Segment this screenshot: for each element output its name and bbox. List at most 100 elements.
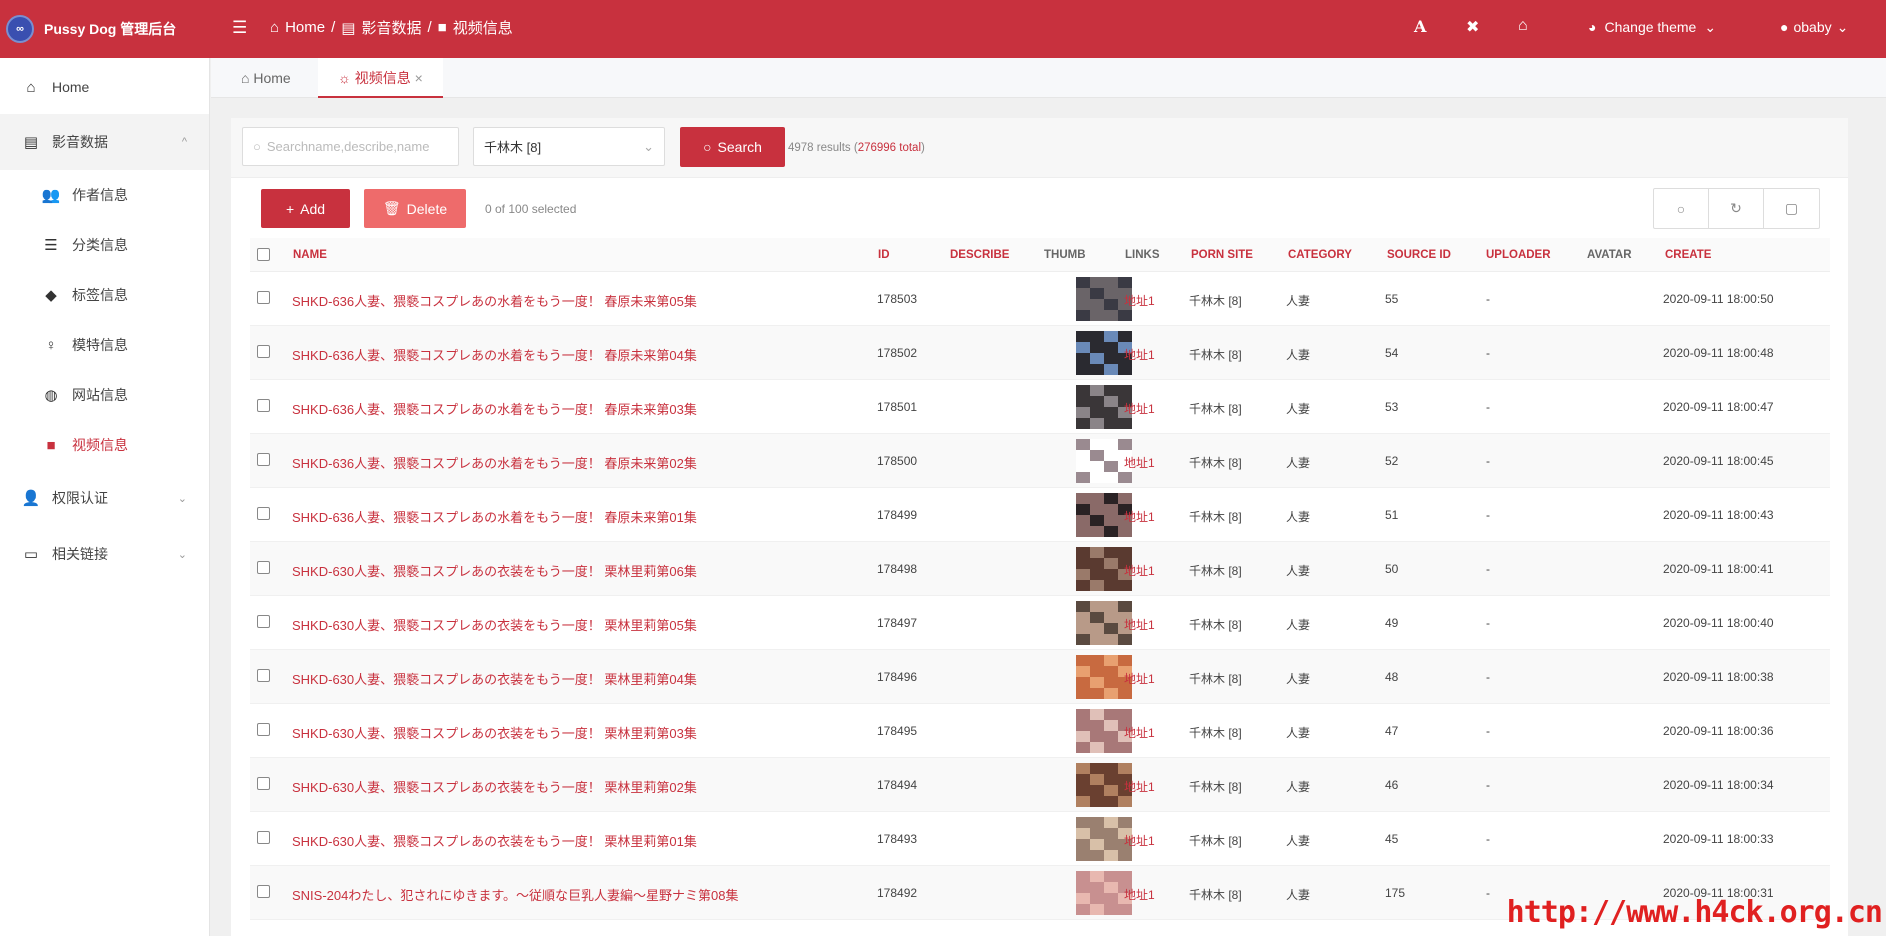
thumb-pixel (1076, 612, 1090, 623)
download-link[interactable]: 地址1 (1124, 670, 1155, 687)
download-link[interactable]: 地址1 (1124, 454, 1155, 471)
download-link[interactable]: 地址1 (1124, 778, 1155, 795)
video-name-link[interactable]: SHKD-636人妻、猥褻コスプレあの水着をもう一度！ 春原未来第05集 (292, 291, 697, 310)
row-checkbox[interactable] (257, 345, 270, 358)
thumb-pixel (1076, 461, 1090, 472)
download-link[interactable]: 地址1 (1124, 832, 1155, 849)
thumb-pixel (1118, 385, 1132, 396)
thumb-pixel (1104, 364, 1118, 375)
thumb-pixel (1076, 850, 1090, 861)
download-link[interactable]: 地址1 (1124, 508, 1155, 525)
row-checkbox[interactable] (257, 453, 270, 466)
row-checkbox[interactable] (257, 777, 270, 790)
sidebar-item-categories[interactable]: ☰ 分类信息 (0, 220, 209, 270)
menu-toggle-icon[interactable]: ☰ (232, 18, 247, 38)
thumb-pixel (1076, 288, 1090, 299)
download-link[interactable]: 地址1 (1124, 562, 1155, 579)
home-icon[interactable]: ⌂ (1518, 17, 1528, 35)
watermark: http://www.h4ck.org.cn (1506, 895, 1883, 930)
row-checkbox[interactable] (257, 831, 270, 844)
thumb-pixel (1076, 558, 1090, 569)
delete-button[interactable]: 🗑 Delete (364, 189, 466, 228)
chevron-down-icon: ⌄ (177, 548, 187, 561)
col-create[interactable]: CREATE (1665, 249, 1711, 261)
video-name-link[interactable]: SHKD-636人妻、猥褻コスプレあの水着をもう一度！ 春原未来第02集 (292, 453, 697, 472)
tab-home[interactable]: ⌂ Home (221, 58, 311, 98)
thumb-pixel (1090, 385, 1104, 396)
row-checkbox[interactable] (257, 669, 270, 682)
site-select[interactable]: 千林木 [8] ⌄ (473, 127, 665, 166)
thumb-pixel (1076, 742, 1090, 753)
video-name-link[interactable]: SHKD-630人妻、猥褻コスプレあの衣装をもう一度！ 栗林里莉第05集 (292, 615, 697, 634)
col-uploader[interactable]: UPLOADER (1486, 249, 1551, 261)
sidebar-item-sites[interactable]: ◍ 网站信息 (0, 370, 209, 420)
download-link[interactable]: 地址1 (1124, 346, 1155, 363)
video-name-link[interactable]: SHKD-630人妻、猥褻コスプレあの衣装をもう一度！ 栗林里莉第04集 (292, 669, 697, 688)
sidebar-group-media[interactable]: ▤ 影音数据 ^ (0, 114, 209, 170)
row-checkbox[interactable] (257, 885, 270, 898)
thumb-pixel (1104, 655, 1118, 666)
search-toggle-icon[interactable]: ○ (1654, 189, 1709, 228)
thumb-pixel (1104, 396, 1118, 407)
video-id: 178496 (877, 670, 918, 684)
sidebar-item-tags[interactable]: ◆ 标签信息 (0, 270, 209, 320)
row-checkbox[interactable] (257, 507, 270, 520)
video-name-link[interactable]: SHKD-630人妻、猥褻コスプレあの衣装をもう一度！ 栗林里莉第02集 (292, 777, 697, 796)
row-checkbox[interactable] (257, 615, 270, 628)
col-id[interactable]: ID (878, 249, 890, 261)
tab-video-info[interactable]: ☼ 视频信息 × (318, 58, 443, 98)
sidebar-item-videos[interactable]: ■ 视频信息 (0, 420, 209, 470)
sidebar-item-label: 分类信息 (72, 237, 128, 253)
breadcrumb-home[interactable]: Home (285, 19, 325, 36)
sidebar-group-links[interactable]: ▭ 相关链接 ⌄ (0, 529, 209, 579)
thumb-pixel (1076, 526, 1090, 537)
close-icon[interactable]: × (411, 70, 423, 86)
download-link[interactable]: 地址1 (1124, 724, 1155, 741)
thumb-pixel (1104, 342, 1118, 353)
row-checkbox[interactable] (257, 291, 270, 304)
search-placeholder: Searchname,describe,name (266, 139, 430, 154)
thumb-pixel (1104, 472, 1118, 483)
video-name-link[interactable]: SNIS-204わたし、犯されにゆきます。～従順な巨乳人妻編～星野ナミ第08集 (292, 885, 739, 904)
columns-icon[interactable]: ▢ (1764, 189, 1819, 228)
search-input[interactable]: ○ Searchname,describe,name (242, 127, 459, 166)
add-button[interactable]: + Add (261, 189, 350, 228)
sidebar-group-auth[interactable]: 👤 权限认证 ⌄ (0, 473, 209, 523)
thumb-pixel (1090, 871, 1104, 882)
thumb-pixel (1076, 353, 1090, 364)
download-link[interactable]: 地址1 (1124, 886, 1155, 903)
download-link[interactable]: 地址1 (1124, 292, 1155, 309)
breadcrumb-media[interactable]: 影音数据 (361, 17, 421, 38)
sidebar-item-models[interactable]: ♀ 模特信息 (0, 320, 209, 370)
search-button[interactable]: ○ Search (680, 127, 785, 167)
thumb-pixel (1076, 677, 1090, 688)
col-name[interactable]: NAME (293, 249, 327, 261)
video-name-link[interactable]: SHKD-630人妻、猥褻コスプレあの衣装をもう一度！ 栗林里莉第03集 (292, 723, 697, 742)
row-checkbox[interactable] (257, 561, 270, 574)
video-name-link[interactable]: SHKD-636人妻、猥褻コスプレあの水着をもう一度！ 春原未来第03集 (292, 399, 697, 418)
col-describe[interactable]: DESCRIBE (950, 249, 1009, 261)
video-name-link[interactable]: SHKD-636人妻、猥褻コスプレあの水着をもう一度！ 春原未来第04集 (292, 345, 697, 364)
sidebar-item-authors[interactable]: 👥 作者信息 (0, 170, 209, 220)
col-category[interactable]: CATEGORY (1288, 249, 1352, 261)
font-size-icon[interactable]: A (1414, 17, 1426, 36)
fullscreen-icon[interactable]: ✖ (1466, 17, 1479, 37)
refresh-icon[interactable]: ↻ (1709, 189, 1764, 228)
col-porn-site[interactable]: PORN SITE (1191, 249, 1253, 261)
select-all-checkbox[interactable] (257, 248, 270, 261)
thumb-pixel (1104, 601, 1118, 612)
video-name-link[interactable]: SHKD-636人妻、猥褻コスプレあの水着をもう一度！ 春原未来第01集 (292, 507, 697, 526)
row-checkbox[interactable] (257, 723, 270, 736)
uploader: - (1486, 508, 1490, 522)
thumb-pixel (1076, 515, 1090, 526)
col-source-id[interactable]: SOURCE ID (1387, 249, 1451, 261)
change-theme-dropdown[interactable]: ◕ Change theme ⌄ (1588, 19, 1716, 36)
user-menu[interactable]: ● obaby ⌄ (1780, 19, 1848, 36)
download-link[interactable]: 地址1 (1124, 400, 1155, 417)
video-name-link[interactable]: SHKD-630人妻、猥褻コスプレあの衣装をもう一度！ 栗林里莉第01集 (292, 831, 697, 850)
video-name-link[interactable]: SHKD-630人妻、猥褻コスプレあの衣装をもう一度！ 栗林里莉第06集 (292, 561, 697, 580)
thumb-pixel (1090, 439, 1104, 450)
row-checkbox[interactable] (257, 399, 270, 412)
sidebar-item-home[interactable]: ⌂ Home (0, 62, 209, 112)
download-link[interactable]: 地址1 (1124, 616, 1155, 633)
